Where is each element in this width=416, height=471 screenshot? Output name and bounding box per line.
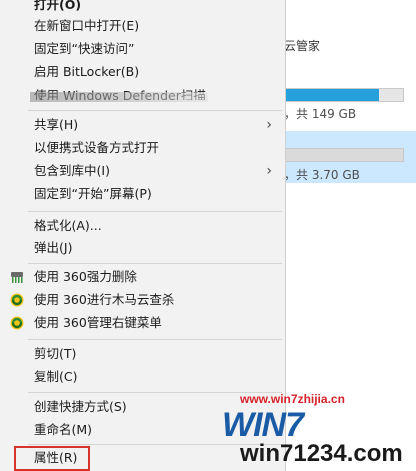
menu-item-360-trojan-scan[interactable]: 使用 360进行木马云查杀 <box>0 289 284 311</box>
menu-item-360-manage-menu-label: 使用 360管理右键菜单 <box>34 315 162 330</box>
chevron-right-icon: › <box>266 163 272 179</box>
drive-usb-size: ，共 3.70 GB <box>284 168 360 182</box>
menu-item-bitlocker[interactable]: 启用 BitLocker(B) <box>0 61 284 83</box>
menu-item-open-portable[interactable]: 以便携式设备方式打开 <box>0 137 284 159</box>
menu-item-include-library[interactable]: 包含到库中(I) › <box>0 160 284 182</box>
blur-overlay <box>30 92 208 102</box>
menu-separator <box>28 211 282 212</box>
menu-item-pin-quick-access[interactable]: 固定到“快速访问” <box>0 38 284 60</box>
menu-item-pin-start[interactable]: 固定到“开始”屏幕(P) <box>0 183 284 205</box>
drive-c-size: ，共 149 GB <box>284 107 357 121</box>
cloud-manager-label: 云管家 <box>284 39 321 53</box>
360-security-icon <box>10 316 24 330</box>
360-security-icon <box>10 293 24 307</box>
chevron-right-icon: › <box>266 117 272 133</box>
watermark-site: win71234.com <box>240 440 403 467</box>
shredder-icon <box>11 272 23 283</box>
menu-item-copy[interactable]: 复制(C) <box>0 366 284 388</box>
watermark-url: www.win7zhijia.cn <box>240 392 345 406</box>
menu-item-360-trojan-scan-label: 使用 360进行木马云查杀 <box>34 292 175 307</box>
menu-item-open[interactable]: 打开(O) <box>0 0 284 16</box>
drive-c-usage-bar <box>284 88 404 102</box>
menu-item-cut[interactable]: 剪切(T) <box>0 343 284 365</box>
menu-item-360-force-delete[interactable]: 使用 360强力删除 <box>0 266 284 288</box>
drive-c-usage-fill <box>285 89 380 101</box>
menu-separator <box>28 339 282 340</box>
menu-item-share-label: 共享(H) <box>34 117 79 132</box>
menu-separator <box>28 110 282 111</box>
menu-item-include-library-label: 包含到库中(I) <box>34 163 110 178</box>
drive-usb-usage-bar <box>284 148 404 162</box>
site-watermark: www.win7zhijia.cn WIN7 win71234.com <box>212 388 416 471</box>
menu-item-share[interactable]: 共享(H) › <box>0 114 284 136</box>
properties-highlight-box <box>14 446 90 471</box>
menu-item-format[interactable]: 格式化(A)... <box>0 215 284 237</box>
menu-item-360-manage-menu[interactable]: 使用 360管理右键菜单 <box>0 312 284 334</box>
menu-separator <box>28 263 282 264</box>
menu-item-360-force-delete-label: 使用 360强力删除 <box>34 269 137 284</box>
menu-item-eject[interactable]: 弹出(J) <box>0 237 284 259</box>
menu-item-open-new-window[interactable]: 在新窗口中打开(E) <box>0 15 284 37</box>
